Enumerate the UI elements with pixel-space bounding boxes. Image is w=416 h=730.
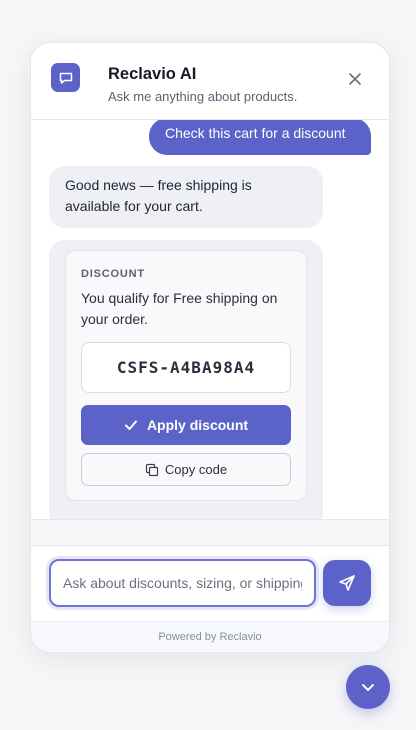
composer (31, 546, 389, 621)
close-icon (349, 73, 361, 85)
message-list[interactable]: Check this cart for a discount Good news… (31, 120, 389, 519)
powered-by: Powered by Reclavio (31, 621, 389, 652)
chat-bubble-icon (51, 63, 80, 92)
chat-input[interactable] (49, 559, 316, 607)
user-message: Check this cart for a discount (149, 120, 371, 155)
chat-title: Reclavio AI (108, 65, 197, 83)
apply-discount-button[interactable]: Apply discount (81, 405, 291, 445)
check-icon (124, 420, 137, 430)
chat-subtitle: Ask me anything about products. (108, 89, 298, 104)
composer-divider (31, 519, 389, 546)
close-button[interactable] (345, 69, 365, 89)
toggle-chat-button[interactable] (346, 665, 390, 709)
chat-header: Reclavio AI Ask me anything about produc… (31, 43, 389, 120)
discount-code: CSFS-A4BA98A4 (81, 342, 291, 393)
send-button[interactable] (323, 560, 371, 606)
discount-card: DISCOUNT You qualify for Free shipping o… (65, 250, 307, 501)
copy-code-label: Copy code (164, 462, 228, 477)
bot-message: Good news — free shipping is available f… (49, 166, 323, 228)
apply-discount-label: Apply discount (146, 417, 249, 433)
send-icon (339, 575, 355, 591)
discount-description: You qualify for Free shipping on your or… (81, 290, 278, 327)
discount-label: DISCOUNT (81, 268, 145, 280)
copy-icon (145, 463, 159, 476)
chevron-down-icon (362, 684, 374, 691)
copy-code-button[interactable]: Copy code (81, 453, 291, 486)
chat-widget: Reclavio AI Ask me anything about produc… (30, 42, 390, 653)
bot-discount-message: DISCOUNT You qualify for Free shipping o… (49, 240, 323, 519)
